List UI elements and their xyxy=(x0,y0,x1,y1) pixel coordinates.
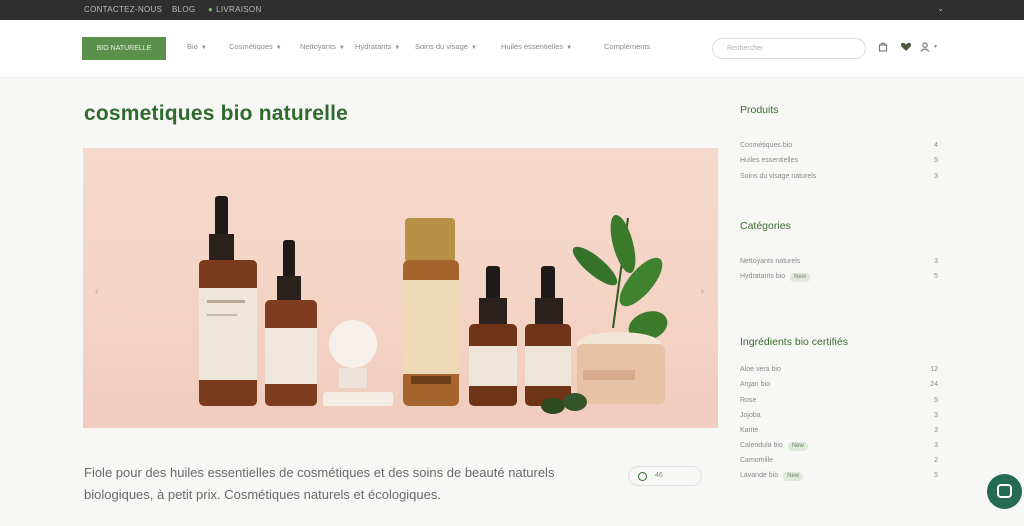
chevron-down-icon: ▼ xyxy=(338,45,345,51)
leaf-icon: ● xyxy=(208,5,214,14)
sidebar-item[interactable]: Hydratants bio New 5 xyxy=(740,273,938,284)
sidebar-item[interactable]: Argan bio 24 xyxy=(740,381,938,392)
sidebar-item-text: Calendula bio xyxy=(740,442,783,449)
new-badge: New xyxy=(783,472,804,481)
nav-menu-item-6[interactable]: Huiles essentielles ▼ xyxy=(501,42,572,51)
logo-button[interactable]: BIO NATURELLE xyxy=(82,37,166,60)
sidebar-item[interactable]: Aloe vera bio 12 xyxy=(740,366,938,377)
sidebar-item-text: Lavande bio xyxy=(740,472,779,479)
nav-menu-label: Compléments xyxy=(604,42,651,51)
chevron-down-icon[interactable]: ▾ xyxy=(934,43,937,50)
nav-menu-item-5[interactable]: Soins du visage ▼ xyxy=(415,42,477,51)
chevron-down-icon: ▼ xyxy=(275,45,282,51)
nav-menu-item-4[interactable]: Hydratants ▼ xyxy=(355,42,400,51)
sidebar-item-label: Camomille xyxy=(740,457,774,464)
sidebar-heading-categories: Catégories xyxy=(740,220,791,232)
sidebar-item[interactable]: Huiles essentielles 5 xyxy=(740,157,938,168)
sidebar-item-label: Karité xyxy=(740,427,759,434)
sidebar-item-count: 3 xyxy=(934,173,938,180)
sidebar-item-label: Calendula bio New xyxy=(740,442,808,451)
sidebar-item-count: 12 xyxy=(930,366,938,373)
chat-widget-button[interactable] xyxy=(987,474,1022,509)
sidebar-item-label: Lavande bio New xyxy=(740,472,804,481)
sidebar-item-count: 3 xyxy=(934,258,938,265)
sidebar-item-label: Soins du visage naturels xyxy=(740,173,817,180)
sidebar-item-text: Hydratants bio xyxy=(740,273,786,280)
hero-product-image: ‹ › xyxy=(83,148,718,428)
nav-menu-label: Soins du visage xyxy=(415,42,468,51)
product-description: Fiole pour des huiles essentielles de co… xyxy=(84,465,555,502)
nav-menu-label: Bio xyxy=(187,42,198,51)
nav-menu-label: Nettoyants xyxy=(300,42,336,51)
topbar-delivery-label: LIVRAISON xyxy=(216,5,262,14)
sidebar-item-count: 5 xyxy=(934,157,938,164)
chevron-down-icon: ▼ xyxy=(394,45,401,51)
page-title: cosmetiques bio naturelle xyxy=(84,102,349,125)
sidebar-item[interactable]: Nettoyants naturels 3 xyxy=(740,258,938,269)
sidebar-item-label: Aloe vera bio xyxy=(740,366,781,373)
sidebar-item-count: 4 xyxy=(934,142,938,149)
sidebar-heading-ingredients: Ingrédients bio certifiés xyxy=(740,336,848,348)
sidebar-item[interactable]: Soins du visage naturels 3 xyxy=(740,173,938,184)
new-badge: New xyxy=(790,273,811,282)
top-bar: CONTACTEZ-NOUS BLOG ● LIVRAISON ⌄ xyxy=(0,0,1024,20)
nav-menu-item-3[interactable]: Nettoyants ▼ xyxy=(300,42,345,51)
nav-menu-label: Hydratants xyxy=(355,42,392,51)
nav-menu-item-2[interactable]: Cosmétiques ▼ xyxy=(229,42,282,51)
sidebar-item-label: Argan bio xyxy=(740,381,770,388)
sidebar-item[interactable]: Cosmétiques bio 4 xyxy=(740,142,938,153)
sidebar-item-label: Rose xyxy=(740,397,757,404)
sidebar-item[interactable]: Jojoba 3 xyxy=(740,412,938,423)
chat-icon xyxy=(997,484,1012,498)
sidebar-item-count: 3 xyxy=(934,442,938,449)
sidebar-item[interactable]: Camomille 2 xyxy=(740,457,938,468)
sidebar-item[interactable]: Lavande bio New 5 xyxy=(740,472,938,483)
share-button[interactable]: 46 xyxy=(628,466,702,486)
user-icon[interactable] xyxy=(920,42,930,52)
sidebar-item-label: Nettoyants naturels xyxy=(740,258,801,265)
sidebar-item-label: Cosmétiques bio xyxy=(740,142,793,149)
sidebar-item-count: 5 xyxy=(934,472,938,479)
sidebar-item[interactable]: Calendula bio New 3 xyxy=(740,442,938,453)
nav-menu-label: Cosmétiques xyxy=(229,42,273,51)
sidebar-item-count: 2 xyxy=(934,457,938,464)
share-count: 46 xyxy=(655,472,663,479)
sidebar-item-label: Huiles essentielles xyxy=(740,157,798,164)
sidebar-item-label: Jojoba xyxy=(740,412,761,419)
sidebar-item-count: 3 xyxy=(934,427,938,434)
sidebar-heading-produits: Produits xyxy=(740,104,779,116)
nav-menu-item-7[interactable]: Compléments xyxy=(604,42,650,51)
topbar-contact-link[interactable]: CONTACTEZ-NOUS xyxy=(84,5,162,14)
share-icon xyxy=(638,472,647,481)
sidebar-item-label: Hydratants bio New xyxy=(740,273,811,282)
sidebar-item-count: 5 xyxy=(934,397,938,404)
chevron-down-icon: ▼ xyxy=(470,45,477,51)
sidebar-item[interactable]: Rose 5 xyxy=(740,397,938,408)
product-bottles-illustration xyxy=(199,196,668,414)
cart-icon[interactable] xyxy=(878,42,888,52)
sidebar-item[interactable]: Karité 3 xyxy=(740,427,938,438)
search-input[interactable]: Rechercher xyxy=(712,38,866,59)
sidebar-item-count: 3 xyxy=(934,412,938,419)
main-header: BIO NATURELLE Bio ▼ Cosmétiques ▼ Nettoyan… xyxy=(0,20,1024,78)
chevron-down-icon: ▼ xyxy=(200,45,207,51)
sidebar-item-count: 5 xyxy=(934,273,938,280)
sidebar-item-count: 24 xyxy=(930,381,938,388)
topbar-delivery-link[interactable]: ● LIVRAISON xyxy=(208,5,262,14)
new-badge: New xyxy=(787,442,808,451)
nav-menu-item-1[interactable]: Bio ▼ xyxy=(187,42,207,51)
chevron-down-icon[interactable]: ⌄ xyxy=(937,4,944,13)
chevron-down-icon: ▼ xyxy=(566,45,573,51)
nav-menu-label: Huiles essentielles xyxy=(501,42,564,51)
heart-icon[interactable] xyxy=(900,42,912,52)
topbar-blog-link[interactable]: BLOG xyxy=(172,5,195,14)
